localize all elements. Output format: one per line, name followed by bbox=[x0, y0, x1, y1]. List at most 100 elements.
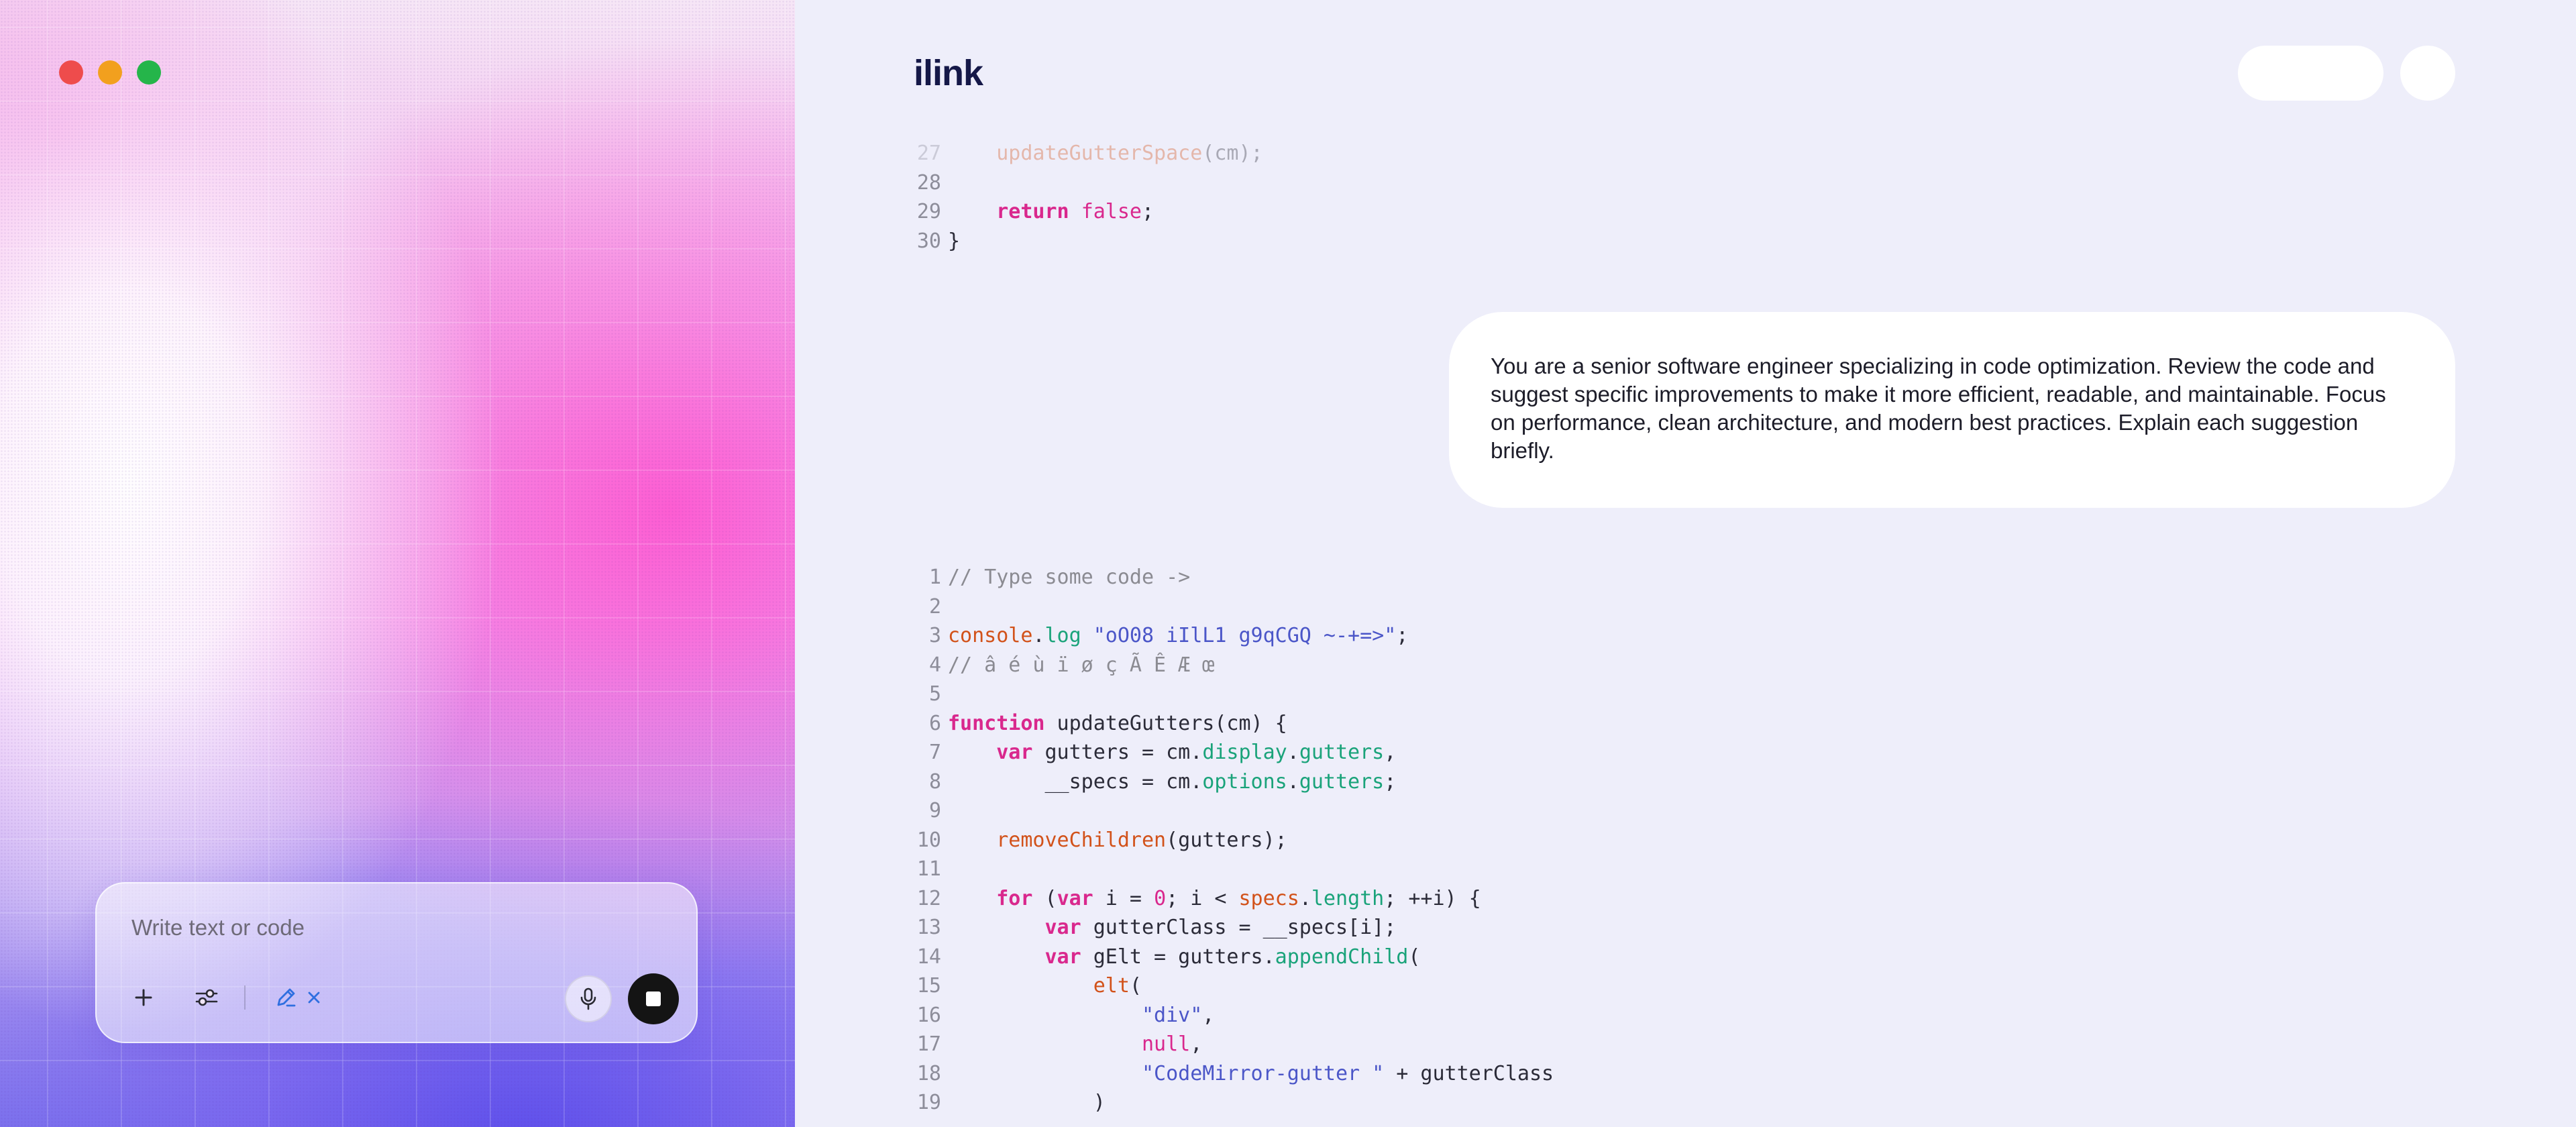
code-token: 0 bbox=[1154, 886, 1167, 910]
line-number-text: 14 bbox=[916, 945, 941, 969]
minimize-window-button[interactable] bbox=[98, 60, 122, 85]
line-number-text: 16 bbox=[916, 1003, 941, 1027]
code-token: log bbox=[1044, 624, 1081, 647]
code-token: (gutters); bbox=[1166, 828, 1287, 852]
header-pill-button[interactable] bbox=[2238, 46, 2383, 101]
code-line: 6 function updateGutters(cm) { bbox=[795, 709, 2137, 739]
code-token: . bbox=[1032, 624, 1045, 647]
line-number-text: 6 bbox=[928, 711, 941, 735]
code-text: ) bbox=[948, 1088, 1106, 1118]
code-text: "div", bbox=[948, 1001, 1214, 1030]
code-token: display bbox=[1202, 741, 1287, 764]
code-line: 29 return false; bbox=[795, 197, 2137, 227]
code-token: var bbox=[996, 741, 1033, 764]
code-line: 27 updateGutterSpace(cm); bbox=[795, 139, 2137, 168]
close-window-button[interactable] bbox=[59, 60, 83, 85]
header-avatar-button[interactable] bbox=[2400, 46, 2455, 101]
edit-mode-button[interactable] bbox=[271, 983, 301, 1012]
code-line: 30} bbox=[795, 227, 2137, 256]
line-number-text: 13 bbox=[916, 916, 941, 939]
stop-button[interactable] bbox=[628, 973, 679, 1024]
line-number-text: 8 bbox=[928, 769, 941, 794]
sliders-icon bbox=[195, 989, 218, 1006]
brand-logo: ilink bbox=[914, 53, 983, 93]
microphone-button[interactable] bbox=[565, 975, 612, 1022]
toolbar-divider bbox=[244, 985, 246, 1010]
stop-icon bbox=[646, 991, 661, 1006]
code-token: removeChildren bbox=[996, 828, 1167, 852]
code-text: updateGutterSpace(cm); bbox=[948, 139, 1263, 168]
code-line: 28 bbox=[795, 168, 2137, 198]
code-line: 9 bbox=[795, 796, 2137, 826]
left-panel bbox=[0, 0, 795, 1127]
line-number-text: 12 bbox=[916, 886, 941, 910]
line-number-text: 4 bbox=[928, 653, 941, 677]
code-token: gutters bbox=[1299, 741, 1385, 764]
code-text: // Type some code -> bbox=[948, 563, 1190, 592]
line-number-text: 5 bbox=[928, 682, 941, 706]
code-text: var gElt = gutters.appendChild( bbox=[948, 943, 1421, 972]
code-token: // â é ù ï ø ç Ã Ê Æ œ bbox=[948, 653, 1215, 677]
line-number-text: 10 bbox=[916, 828, 941, 852]
code-block-previous: 27 updateGutterSpace(cm); 28 29 return fal… bbox=[795, 139, 2137, 256]
plus-icon bbox=[135, 989, 152, 1006]
microphone-icon bbox=[580, 987, 596, 1010]
code-token: specs bbox=[1238, 886, 1299, 910]
user-message-text: You are a senior software engineer speci… bbox=[1491, 354, 2386, 463]
code-token: ) bbox=[948, 1091, 1106, 1114]
code-token: + gutterClass bbox=[1384, 1061, 1554, 1085]
code-token: (cm); bbox=[1202, 142, 1263, 165]
code-token: gutterClass = __specs[i]; bbox=[1081, 916, 1397, 939]
code-token: i = bbox=[1093, 886, 1155, 910]
code-text: __specs = cm.options.gutters; bbox=[948, 767, 1396, 797]
code-line: 1 // Type some code -> bbox=[795, 563, 2137, 592]
code-line: 8 __specs = cm.options.gutters; bbox=[795, 767, 2137, 797]
code-line: 2 bbox=[795, 592, 2137, 622]
code-text: // â é ù ï ø ç Ã Ê Æ œ bbox=[948, 651, 1214, 680]
code-token: "oO08 iIlL1 g9qCGQ ~-+=>" bbox=[1093, 624, 1397, 647]
code-token: "div" bbox=[1141, 1003, 1203, 1027]
code-text: "CodeMirror-gutter " + gutterClass bbox=[948, 1059, 1554, 1089]
code-text: } bbox=[948, 227, 960, 256]
code-token: ; bbox=[1142, 200, 1155, 223]
code-line: 18 "CodeMirror-gutter " + gutterClass bbox=[795, 1059, 2137, 1089]
line-number-text: 18 bbox=[916, 1061, 941, 1085]
code-line: 11 bbox=[795, 855, 2137, 884]
code-text: console.log "oO08 iIlL1 g9qCGQ ~-+=>"; bbox=[948, 621, 1408, 651]
code-token: . bbox=[1287, 741, 1299, 764]
line-number-text: 19 bbox=[916, 1091, 941, 1114]
code-token: gutters = cm. bbox=[1032, 741, 1203, 764]
code-token: __specs = cm. bbox=[948, 769, 1203, 794]
code-token: . bbox=[1287, 769, 1299, 794]
code-token: . bbox=[1299, 886, 1311, 910]
code-token: ( bbox=[1032, 886, 1057, 910]
composer bbox=[95, 882, 698, 1043]
code-token: false bbox=[1081, 200, 1142, 223]
code-line: 17 null, bbox=[795, 1030, 2137, 1059]
maximize-window-button[interactable] bbox=[137, 60, 161, 85]
x-icon bbox=[308, 991, 320, 1004]
line-number-text: 7 bbox=[928, 741, 941, 764]
line-number-text: 3 bbox=[928, 624, 941, 647]
window-controls bbox=[59, 60, 161, 85]
line-number-text: 29 bbox=[916, 200, 941, 223]
code-line: 12 for (var i = 0; i < specs.length; ++i… bbox=[795, 884, 2137, 914]
code-token: ( bbox=[1129, 974, 1142, 998]
code-text: null, bbox=[948, 1030, 1202, 1059]
line-number-text: 15 bbox=[916, 974, 941, 998]
code-line: 13 var gutterClass = __specs[i]; bbox=[795, 913, 2137, 943]
code-token: ; i < bbox=[1166, 886, 1239, 910]
add-button[interactable] bbox=[129, 983, 158, 1012]
code-token: options bbox=[1202, 769, 1287, 794]
code-text: return false; bbox=[948, 197, 1154, 227]
line-number-text: 30 bbox=[916, 229, 941, 253]
clear-edit-mode-button[interactable] bbox=[302, 985, 326, 1010]
chat-panel: ilink 27 updateGutterSpace(cm); 28 29 retu… bbox=[795, 0, 2576, 1127]
message-input[interactable] bbox=[130, 910, 656, 945]
settings-button[interactable] bbox=[192, 983, 221, 1012]
